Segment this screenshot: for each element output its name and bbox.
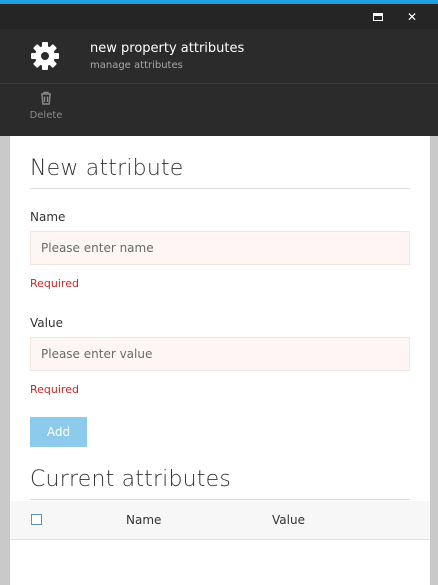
current-attributes-heading: Current attributes [30,467,232,492]
select-all-checkbox[interactable] [31,514,42,525]
value-required-message: Required [30,383,79,396]
close-button[interactable]: ✕ [396,4,428,29]
name-label: Name [30,210,66,224]
column-header-value[interactable]: Value [272,513,305,527]
window-title-bar: ✕ [0,4,438,29]
add-button[interactable]: Add [30,417,87,447]
name-input[interactable] [30,231,410,265]
value-input[interactable] [30,337,410,371]
column-header-name[interactable]: Name [126,513,161,527]
close-icon: ✕ [406,9,418,24]
maximize-icon [373,12,383,21]
new-attribute-heading: New attribute [30,156,184,181]
blade-title: new property attributes [90,41,245,56]
maximize-button[interactable] [362,4,394,29]
delete-label: Delete [29,110,63,121]
blade-header: new property attributes manage attribute… [0,29,438,84]
divider [30,499,410,500]
divider [30,188,410,189]
blade-subtitle: manage attributes [90,60,183,71]
gear-icon [31,42,59,70]
trash-icon [41,91,51,105]
toolbar: Delete [0,84,438,136]
delete-button[interactable]: Delete [22,90,70,130]
blade-content: New attribute Name Required Value Requir… [10,136,430,585]
name-required-message: Required [30,277,79,290]
table-header: Name Value [10,501,430,540]
value-label: Value [30,316,63,330]
